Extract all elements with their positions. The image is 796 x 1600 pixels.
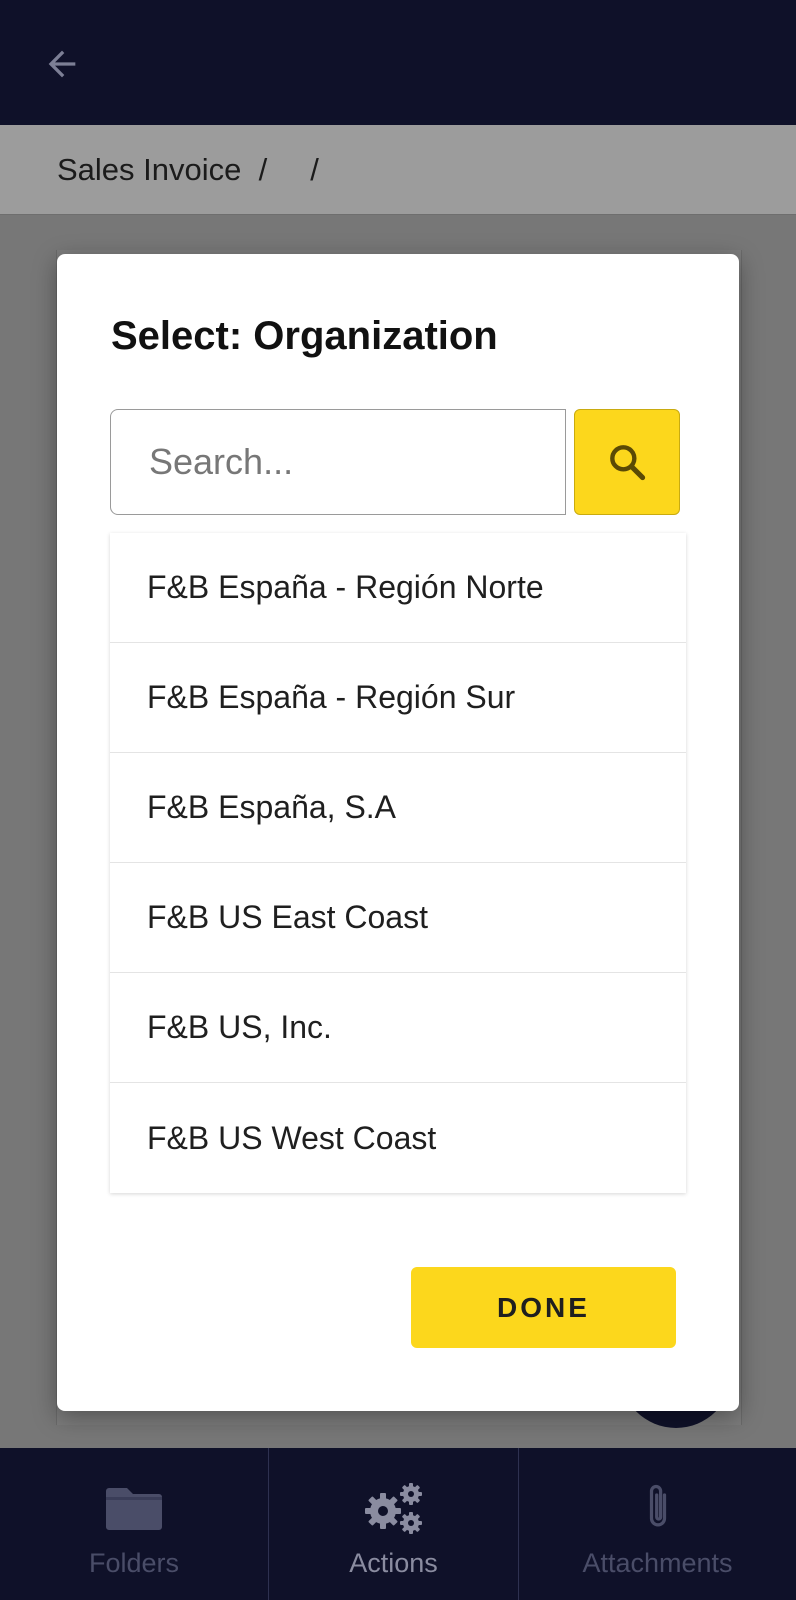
search-icon bbox=[610, 445, 646, 481]
bottom-nav: Folders Actions Attachments bbox=[0, 1448, 796, 1600]
tab-actions[interactable]: Actions bbox=[269, 1448, 519, 1600]
gears-icon bbox=[361, 1480, 427, 1536]
app-bar bbox=[0, 0, 796, 125]
breadcrumb-text: Sales Invoice / / bbox=[57, 152, 319, 187]
list-item[interactable]: F&B US East Coast bbox=[110, 863, 686, 973]
list-item[interactable]: F&B US West Coast bbox=[110, 1083, 686, 1193]
paperclip-icon bbox=[641, 1480, 675, 1536]
search-input[interactable] bbox=[110, 409, 566, 515]
tab-folders[interactable]: Folders bbox=[0, 1448, 269, 1600]
select-organization-dialog: Select: Organization F&B España - Región… bbox=[57, 254, 739, 1411]
tab-attachments[interactable]: Attachments bbox=[519, 1448, 796, 1600]
organization-list: F&B España - Región Norte F&B España - R… bbox=[110, 533, 686, 1193]
tab-attachments-label: Attachments bbox=[582, 1548, 733, 1578]
done-button[interactable]: DONE bbox=[411, 1267, 676, 1348]
list-item[interactable]: F&B España - Región Norte bbox=[110, 533, 686, 643]
list-item[interactable]: F&B España - Región Sur bbox=[110, 643, 686, 753]
folder-icon bbox=[105, 1480, 163, 1536]
back-button[interactable] bbox=[36, 38, 88, 90]
dialog-title: Select: Organization bbox=[111, 314, 498, 358]
arrow-left-icon bbox=[48, 50, 76, 78]
tab-folders-label: Folders bbox=[88, 1548, 180, 1578]
search-button[interactable] bbox=[574, 409, 680, 515]
list-item[interactable]: F&B US, Inc. bbox=[110, 973, 686, 1083]
list-item[interactable]: F&B España, S.A bbox=[110, 753, 686, 863]
breadcrumb: Sales Invoice / / bbox=[0, 125, 796, 215]
tab-actions-label: Actions bbox=[349, 1548, 438, 1578]
